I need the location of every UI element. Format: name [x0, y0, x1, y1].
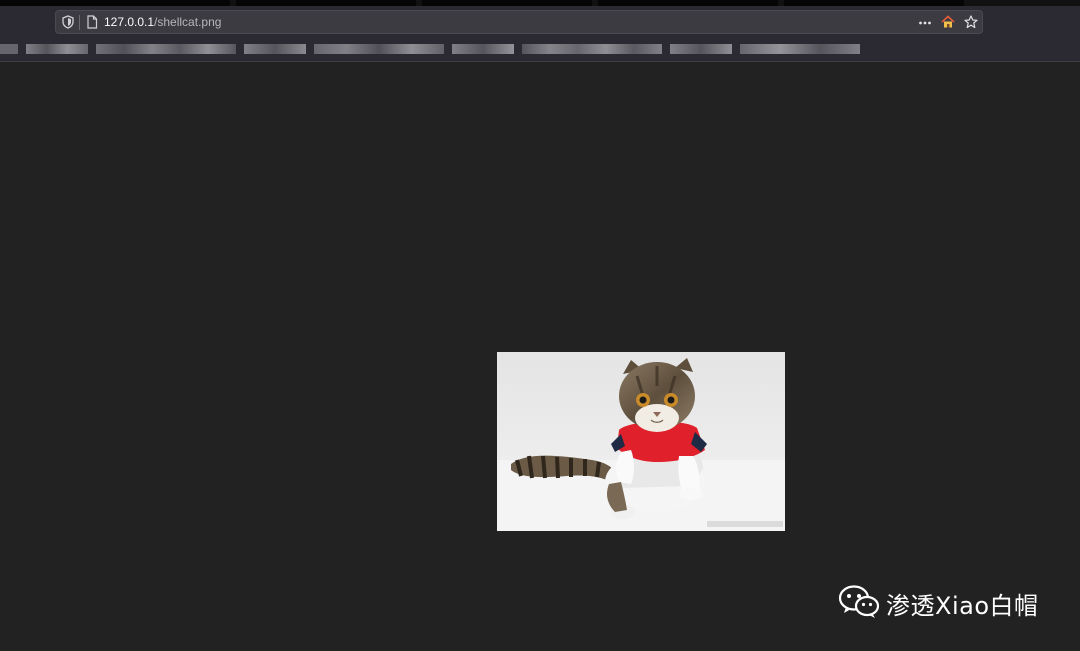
- bookmarks-toolbar: [0, 38, 1080, 62]
- url-path: /shellcat.png: [154, 15, 222, 29]
- bookmark-item[interactable]: [740, 44, 860, 54]
- bookmark-item[interactable]: [26, 44, 88, 54]
- bookmark-item[interactable]: [314, 44, 444, 54]
- address-bar[interactable]: 127.0.0.1/shellcat.png: [55, 10, 983, 34]
- watermark-text: 渗透Xiao白帽: [886, 591, 1039, 620]
- navigation-toolbar: 127.0.0.1/shellcat.png: [0, 6, 1080, 38]
- bookmark-item[interactable]: [96, 44, 236, 54]
- bookmark-item[interactable]: [670, 44, 732, 54]
- bookmark-item[interactable]: [244, 44, 306, 54]
- page-info-icon[interactable]: [85, 15, 99, 29]
- bookmark-item[interactable]: [452, 44, 514, 54]
- home-icon[interactable]: [941, 15, 955, 29]
- wechat-icon: [838, 583, 880, 624]
- bookmark-item[interactable]: [522, 44, 662, 54]
- url-text[interactable]: 127.0.0.1/shellcat.png: [104, 15, 221, 29]
- cat-photo: [497, 352, 785, 531]
- publisher-watermark: 渗透Xiao白帽: [838, 583, 1039, 623]
- tracking-protection-icon[interactable]: [61, 15, 75, 29]
- url-host: 127.0.0.1: [104, 15, 155, 29]
- more-actions-icon[interactable]: [918, 16, 932, 30]
- bookmark-item[interactable]: [0, 44, 18, 54]
- bookmark-star-icon[interactable]: [964, 15, 978, 29]
- divider: [79, 15, 80, 30]
- shellcat-image[interactable]: [497, 352, 785, 531]
